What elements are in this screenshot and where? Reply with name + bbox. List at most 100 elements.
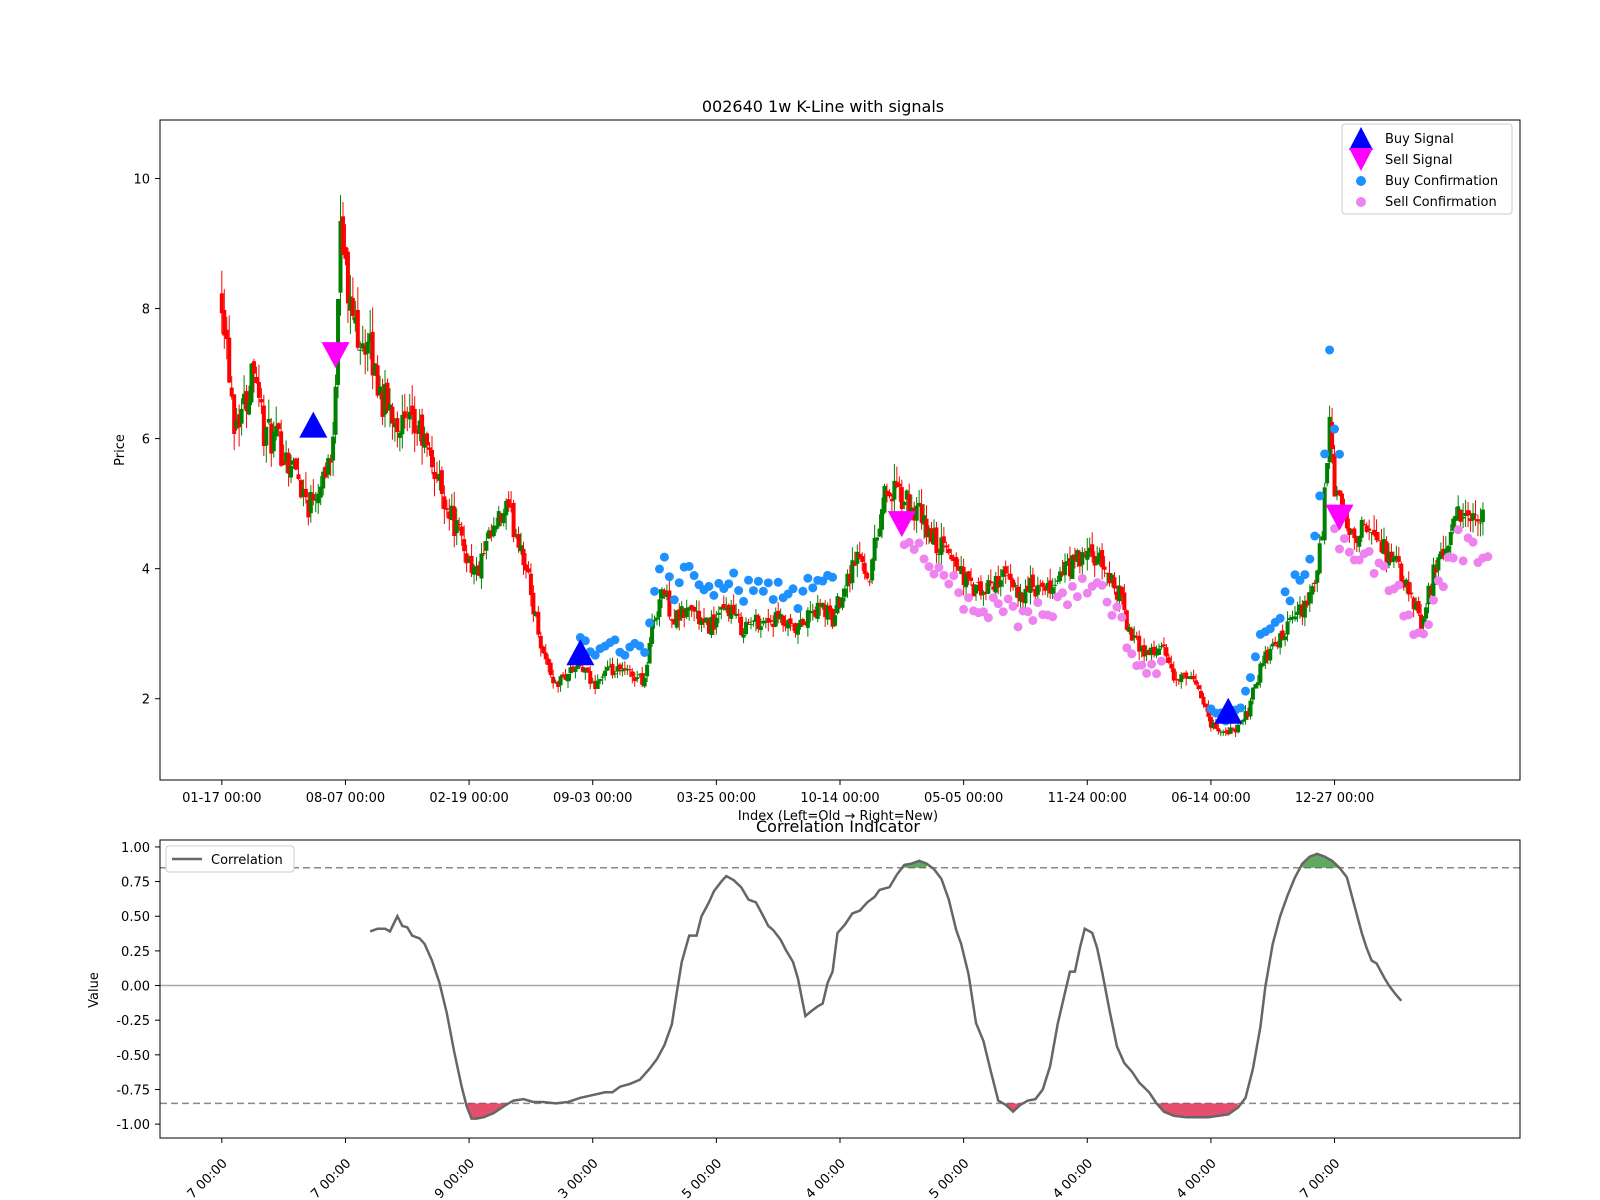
candle-body bbox=[1310, 586, 1315, 595]
candle-body bbox=[635, 677, 640, 680]
candle-body bbox=[444, 508, 449, 510]
candle-body bbox=[457, 524, 462, 526]
candle-body bbox=[1122, 592, 1127, 610]
candle-body bbox=[1292, 616, 1297, 620]
sell-confirmation-legend-marker bbox=[1356, 197, 1366, 207]
candle-body bbox=[867, 581, 872, 583]
x-tick-label: 06-14 00:00 bbox=[1171, 791, 1250, 806]
y-tick-label: 0.75 bbox=[121, 876, 150, 891]
candle-body bbox=[598, 679, 603, 682]
legend-label-buy-confirmation: Buy Confirmation bbox=[1385, 174, 1498, 189]
bottom-chart-title: Correlation Indicator bbox=[756, 817, 920, 836]
sell-confirmation-point bbox=[1419, 629, 1429, 639]
sell-signal-marker bbox=[321, 342, 350, 369]
x-tick-label: 12-27 00:00 bbox=[1295, 791, 1374, 806]
figure: 002640 1w K-Line with signals 2 4 6 8 10 01-1… bbox=[87, 97, 1521, 1200]
y-tick-label: 6 bbox=[142, 433, 150, 448]
sell-confirmation-point bbox=[1048, 612, 1058, 622]
bottom-axes-frame bbox=[159, 839, 1521, 1139]
buy-confirmation-point bbox=[734, 586, 744, 596]
candle-body bbox=[427, 447, 432, 450]
buy-confirmation-point bbox=[1320, 449, 1330, 459]
legend-label-sell-signal: Sell Signal bbox=[1385, 153, 1453, 168]
top-axes-frame bbox=[159, 119, 1521, 781]
candle-body bbox=[1159, 646, 1164, 648]
candle-body bbox=[1179, 674, 1184, 683]
buy-confirmation-point bbox=[1305, 554, 1315, 564]
candle-body bbox=[731, 604, 736, 615]
candle-body bbox=[548, 662, 553, 676]
x-tick-label: 08-07 00:00 bbox=[306, 791, 385, 806]
candle-body bbox=[1436, 557, 1441, 571]
sell-confirmation-point bbox=[1156, 656, 1166, 666]
candle-body bbox=[605, 667, 610, 671]
candle-body bbox=[1166, 657, 1171, 663]
candle-body bbox=[227, 337, 232, 383]
sell-confirmation-point bbox=[1142, 668, 1152, 678]
candlestick-plot-area bbox=[219, 195, 1493, 738]
candle-body bbox=[1399, 563, 1404, 582]
candle-body bbox=[736, 614, 741, 616]
buy-confirmation-point bbox=[1236, 703, 1246, 713]
sell-confirmation-point bbox=[1483, 552, 1493, 562]
sell-confirmation-point bbox=[993, 599, 1003, 609]
sell-confirmation-point bbox=[1438, 582, 1448, 592]
buy-confirmation-point bbox=[1241, 686, 1251, 696]
sell-confirmation-point bbox=[1013, 622, 1023, 632]
candle-body bbox=[642, 677, 647, 687]
candle-body bbox=[390, 406, 395, 424]
sell-signal-marker bbox=[887, 511, 916, 538]
candle-body bbox=[1258, 663, 1263, 683]
buy-confirmation-point bbox=[773, 577, 783, 587]
candle-body bbox=[1458, 509, 1463, 522]
candle-body bbox=[328, 460, 333, 463]
y-tick-label: 2 bbox=[142, 693, 150, 708]
x-tick-label: 7 00:00 bbox=[1298, 1156, 1344, 1200]
sell-confirmation-point bbox=[1369, 568, 1379, 578]
y-tick-label: 4 bbox=[142, 563, 150, 578]
candle-body bbox=[479, 553, 484, 579]
buy-confirmation-point bbox=[610, 635, 620, 645]
buy-confirmation-point bbox=[1285, 596, 1295, 606]
candle-body bbox=[954, 557, 959, 567]
candle-body bbox=[1473, 514, 1478, 516]
sell-confirmation-point bbox=[1077, 573, 1087, 583]
candle-body bbox=[459, 526, 464, 536]
candle-body bbox=[1273, 641, 1278, 645]
x-tick-label: 4 00:00 bbox=[1174, 1156, 1220, 1200]
candle-body bbox=[1461, 517, 1466, 519]
candle-body bbox=[966, 571, 971, 579]
sell-confirmation-point bbox=[1364, 546, 1374, 556]
buy-confirmation-point bbox=[1315, 491, 1325, 501]
candle-body bbox=[259, 399, 264, 403]
sell-confirmation-point bbox=[983, 613, 993, 623]
candle-body bbox=[1377, 540, 1382, 542]
candle-body bbox=[1221, 731, 1226, 733]
candle-body bbox=[944, 545, 949, 548]
candle-body bbox=[897, 483, 902, 487]
candle-body bbox=[1053, 584, 1058, 586]
sell-confirmation-point bbox=[1428, 595, 1438, 605]
candle-body bbox=[355, 309, 360, 348]
buy-confirmation-point bbox=[640, 648, 650, 658]
candle-body bbox=[1332, 453, 1337, 497]
candle-body bbox=[1129, 628, 1134, 641]
candle-body bbox=[620, 669, 625, 672]
candle-body bbox=[481, 553, 486, 555]
buy-confirmation-point bbox=[674, 578, 684, 588]
sell-confirmation-point bbox=[944, 579, 954, 589]
candle-body bbox=[1035, 585, 1040, 595]
buy-confirmation-point bbox=[793, 603, 803, 613]
sell-confirmation-point bbox=[1072, 592, 1082, 602]
top-y-axis-label: Price bbox=[113, 434, 128, 466]
x-tick-label: 10-14 00:00 bbox=[800, 791, 879, 806]
buy-confirmation-point bbox=[1300, 570, 1310, 580]
sell-confirmation-point bbox=[1107, 610, 1117, 620]
buy-confirmation-point bbox=[704, 581, 714, 591]
candle-body bbox=[1475, 519, 1480, 522]
sell-confirmation-point bbox=[924, 562, 934, 572]
y-tick-label: 8 bbox=[142, 303, 150, 318]
candle-body bbox=[741, 634, 746, 638]
sell-confirmation-point bbox=[1394, 580, 1404, 590]
candle-body bbox=[795, 626, 800, 635]
